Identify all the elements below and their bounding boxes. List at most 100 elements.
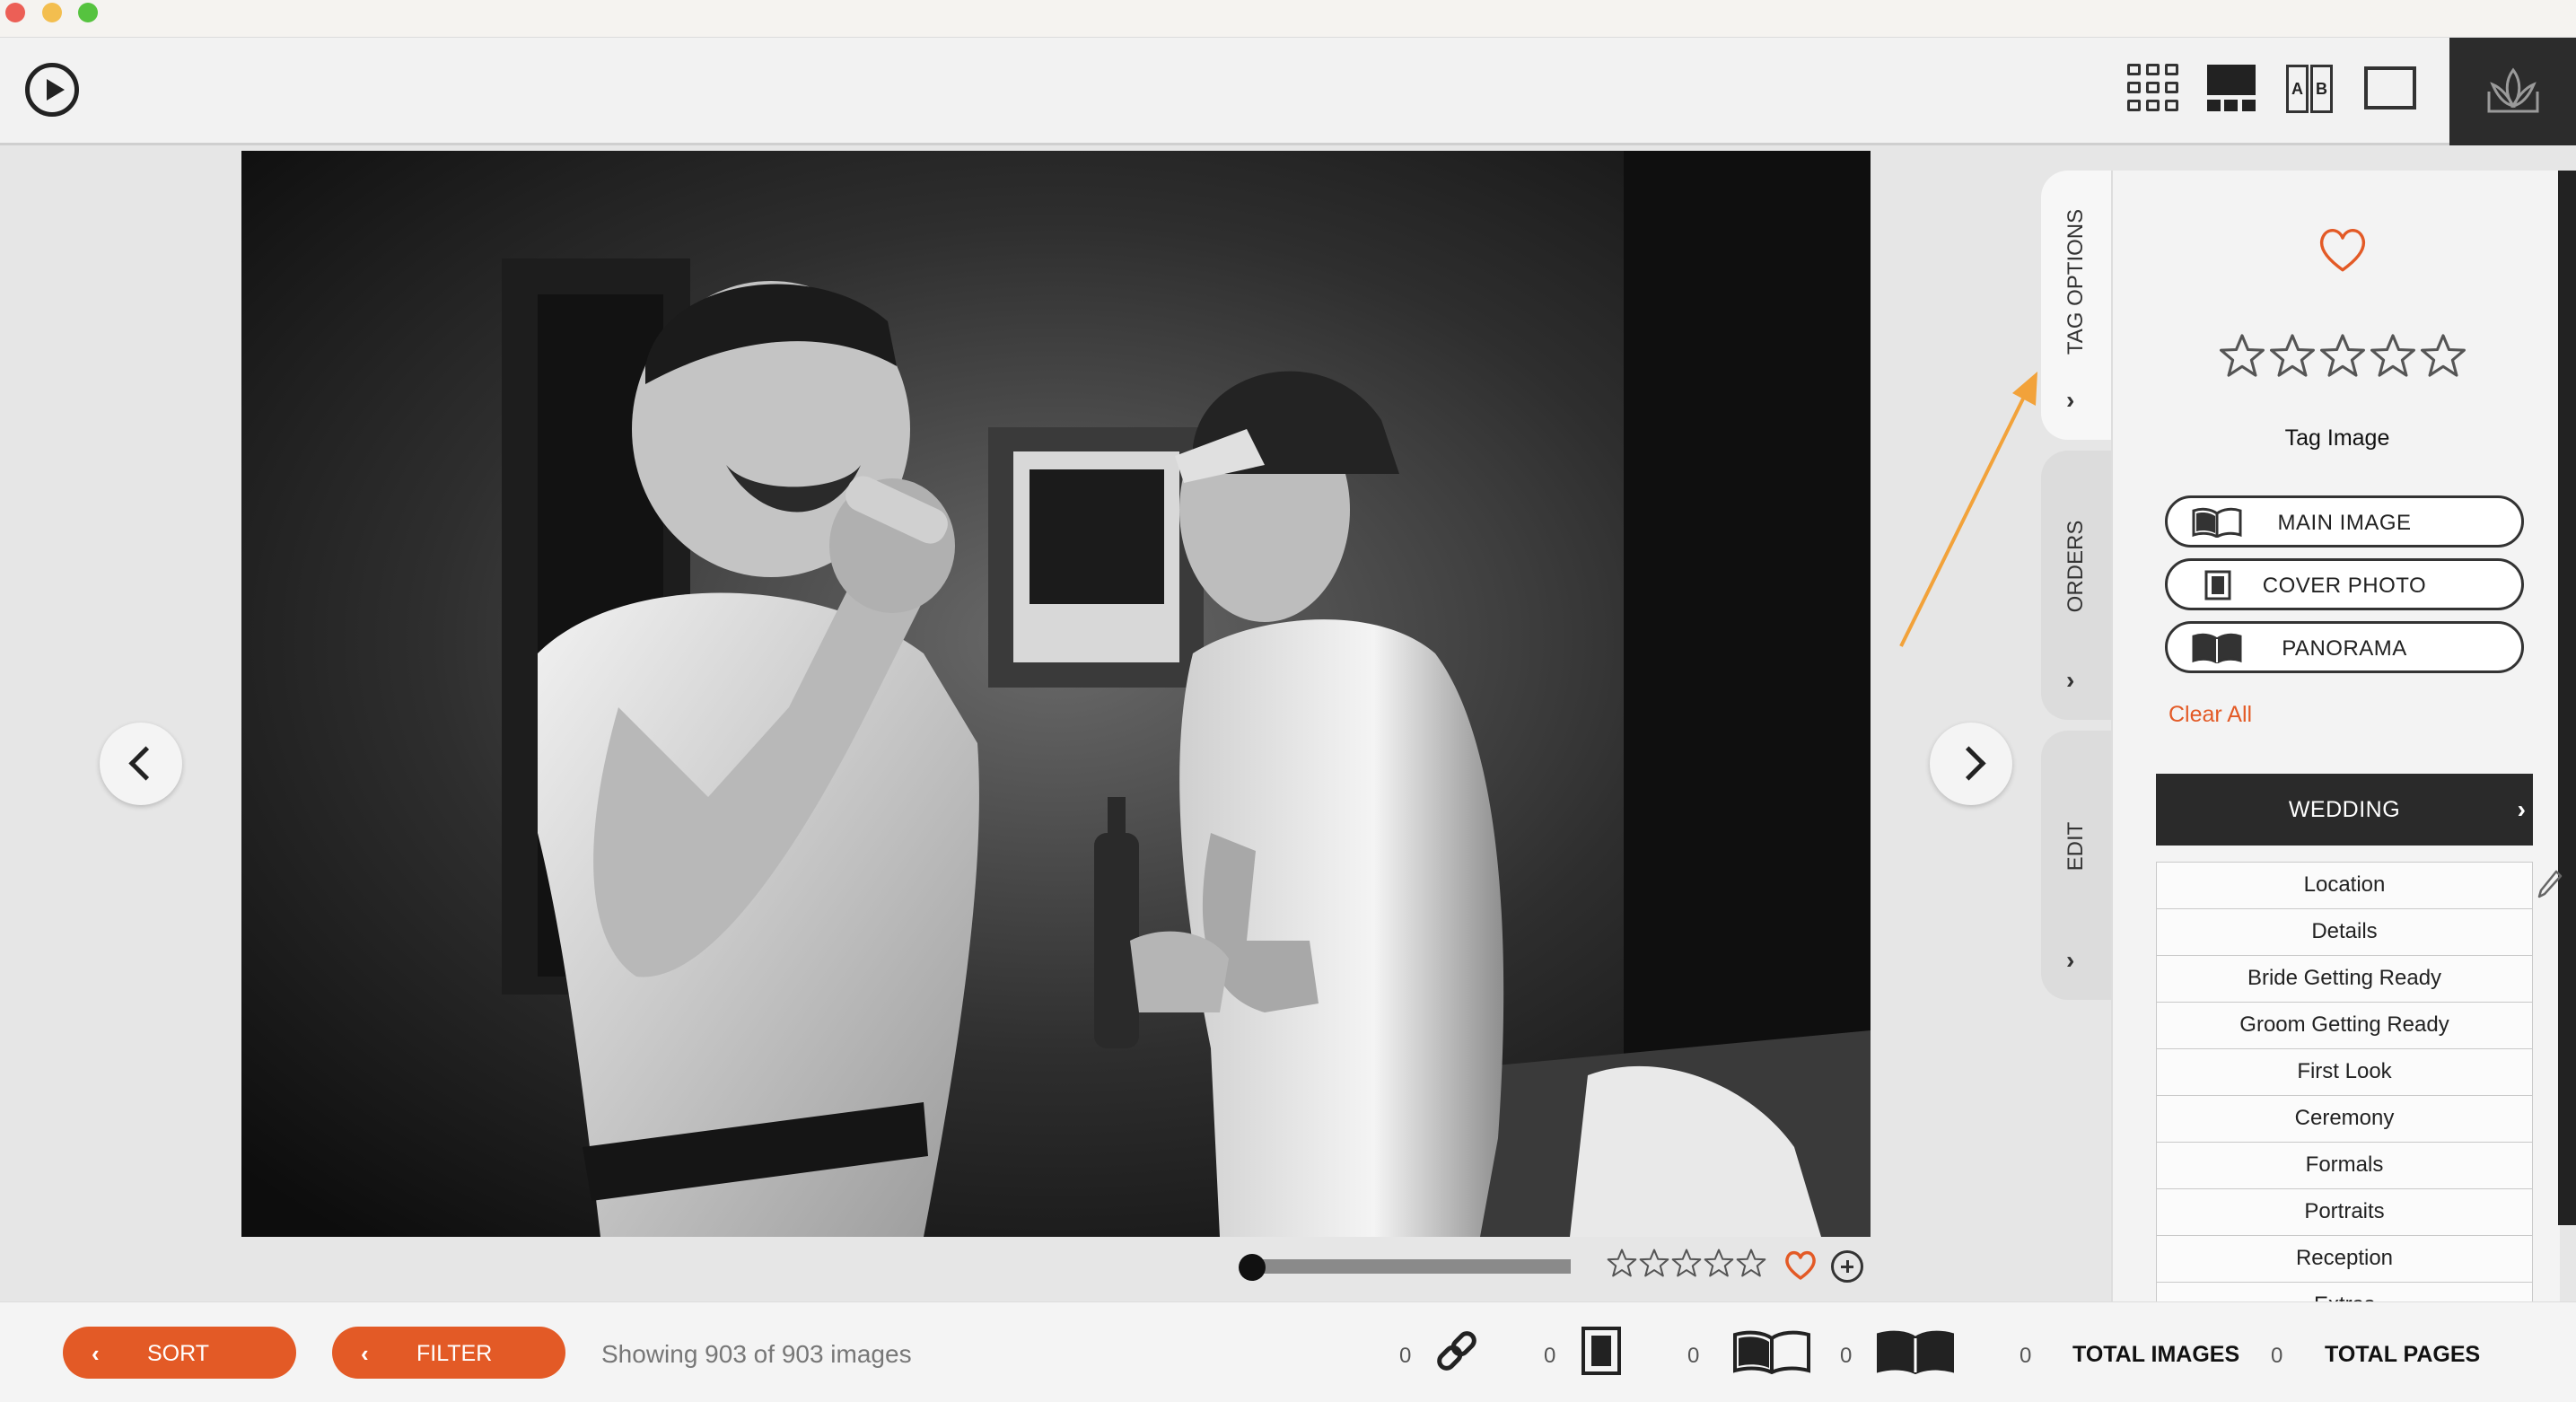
cover-photo-label: COVER PHOTO	[2262, 574, 2427, 598]
panorama-count: 0	[1840, 1344, 1853, 1368]
grid-cell	[2146, 100, 2160, 111]
filter-label: FILTER	[416, 1341, 493, 1366]
app-logo[interactable]	[2449, 38, 2576, 145]
tab-tag-options[interactable]: TAG OPTIONS ›	[2041, 171, 2111, 440]
tag-image-label: Tag Image	[2284, 425, 2390, 451]
category-item[interactable]: Extras	[2156, 1282, 2533, 1301]
main-photo[interactable]	[241, 151, 1871, 1237]
grid-view-icon[interactable]	[2125, 61, 2181, 117]
loupe-thumb-block	[2224, 100, 2238, 111]
star-icon[interactable]	[2420, 332, 2466, 383]
window-maximize-button[interactable]	[78, 3, 98, 22]
main-image-label: MAIN IMAGE	[2277, 511, 2412, 535]
lotus-logo-icon	[2487, 67, 2539, 113]
category-list: Location Details Bride Getting Ready Groom …	[2156, 862, 2533, 1301]
star-icon[interactable]	[2319, 332, 2366, 383]
clear-all-link[interactable]: Clear All	[2169, 702, 2252, 728]
panorama-button[interactable]: PANORAMA	[2165, 621, 2524, 673]
star-icon[interactable]	[2370, 332, 2416, 383]
panorama-label: PANORAMA	[2282, 636, 2407, 661]
star-icon[interactable]	[2269, 332, 2316, 383]
play-slideshow-button[interactable]	[25, 63, 79, 117]
linked-count: 0	[1399, 1344, 1412, 1368]
footer-bar: ‹ SORT ‹ FILTER Showing 903 of 903 image…	[0, 1301, 2576, 1402]
sidebar-tabs: TAG OPTIONS › ORDERS › EDIT ›	[2041, 171, 2111, 1005]
bottom-heart-icon[interactable]	[1783, 1248, 1818, 1288]
main-image-button[interactable]: MAIN IMAGE	[2165, 495, 2524, 548]
cover-photo-button[interactable]: COVER PHOTO	[2165, 558, 2524, 610]
category-item[interactable]: Portraits	[2156, 1188, 2533, 1235]
tab-edit[interactable]: EDIT ›	[2041, 731, 2111, 1000]
pencil-icon[interactable]	[2537, 869, 2563, 904]
compare-b-label: B	[2310, 65, 2333, 113]
filter-button[interactable]: ‹ FILTER	[332, 1327, 565, 1379]
chevron-right-icon: ›	[2517, 795, 2526, 823]
total-pages-count: 0	[2271, 1344, 2283, 1368]
add-circle-icon[interactable]	[1831, 1250, 1863, 1283]
tab-edit-label: EDIT	[2063, 821, 2088, 872]
panorama-book-icon[interactable]	[1876, 1329, 1955, 1379]
window-close-button[interactable]	[5, 3, 25, 22]
grid-cell	[2127, 100, 2141, 111]
zoom-slider[interactable]	[1239, 1254, 1571, 1281]
category-header-wedding[interactable]: WEDDING ›	[2156, 774, 2533, 846]
category-item[interactable]: Details	[2156, 908, 2533, 955]
sort-label: SORT	[147, 1341, 209, 1366]
photo-content	[241, 151, 1871, 1237]
previous-image-button[interactable]	[100, 723, 182, 805]
chevron-left-icon: ‹	[361, 1340, 369, 1367]
star-rating	[2219, 332, 2466, 383]
category-item[interactable]: First Look	[2156, 1048, 2533, 1095]
main-count: 0	[1687, 1344, 1700, 1368]
chevron-right-icon: ›	[2066, 946, 2075, 974]
tag-options-panel: Tag Image MAIN IMAGE COVER PHOTO PANORAM…	[2111, 171, 2560, 1301]
window-minimize-button[interactable]	[42, 3, 62, 22]
total-pages-label: TOTAL PAGES	[2325, 1342, 2481, 1367]
star-icon[interactable]	[1607, 1248, 1637, 1283]
compare-view-icon[interactable]: A B	[2282, 61, 2338, 117]
chevron-right-icon: ›	[2066, 386, 2075, 414]
star-icon[interactable]	[1704, 1248, 1734, 1283]
panel-scrollbar[interactable]	[2558, 171, 2576, 1225]
grid-cell	[2146, 64, 2160, 75]
chevron-left-icon: ‹	[92, 1340, 100, 1367]
showing-count-text: Showing 903 of 903 images	[601, 1340, 912, 1368]
single-view-icon[interactable]	[2362, 61, 2418, 117]
loupe-thumb-block	[2242, 100, 2256, 111]
tab-orders-label: ORDERS	[2063, 520, 2088, 613]
zoom-slider-track	[1251, 1259, 1571, 1274]
tab-tag-options-label: TAG OPTIONS	[2063, 208, 2088, 355]
next-image-button[interactable]	[1930, 723, 2012, 805]
open-book-icon[interactable]	[1732, 1329, 1811, 1379]
grid-cell	[2165, 82, 2178, 93]
grid-cell	[2146, 82, 2160, 93]
star-icon[interactable]	[1671, 1248, 1702, 1283]
grid-cell	[2127, 82, 2141, 93]
category-item[interactable]: Location	[2156, 862, 2533, 908]
tab-orders[interactable]: ORDERS ›	[2041, 451, 2111, 720]
category-item[interactable]: Formals	[2156, 1142, 2533, 1188]
cover-count: 0	[1544, 1344, 1556, 1368]
window-titlebar	[0, 0, 2576, 38]
link-icon[interactable]	[1433, 1328, 1480, 1379]
star-icon[interactable]	[1736, 1248, 1766, 1283]
grid-cell	[2165, 64, 2178, 75]
loupe-view-icon[interactable]	[2204, 61, 2259, 117]
star-icon[interactable]	[2219, 332, 2265, 383]
orange-guide-arrow	[1899, 372, 2037, 647]
category-header-label: WEDDING	[2288, 797, 2401, 822]
sort-button[interactable]: ‹ SORT	[63, 1327, 296, 1379]
cover-photo-icon[interactable]	[1580, 1326, 1623, 1380]
favorite-heart-icon[interactable]	[2315, 223, 2370, 283]
total-images-label: TOTAL IMAGES	[2072, 1342, 2240, 1367]
category-item[interactable]: Reception	[2156, 1235, 2533, 1282]
star-icon[interactable]	[1639, 1248, 1669, 1283]
category-item[interactable]: Ceremony	[2156, 1095, 2533, 1142]
zoom-slider-handle[interactable]	[1239, 1254, 1266, 1281]
loupe-thumb-block	[2207, 100, 2221, 111]
category-item[interactable]: Bride Getting Ready	[2156, 955, 2533, 1002]
category-item[interactable]: Groom Getting Ready	[2156, 1002, 2533, 1048]
chevron-right-icon: ›	[2066, 666, 2075, 694]
loupe-main-block	[2207, 65, 2256, 95]
total-images-count: 0	[2020, 1344, 2032, 1368]
